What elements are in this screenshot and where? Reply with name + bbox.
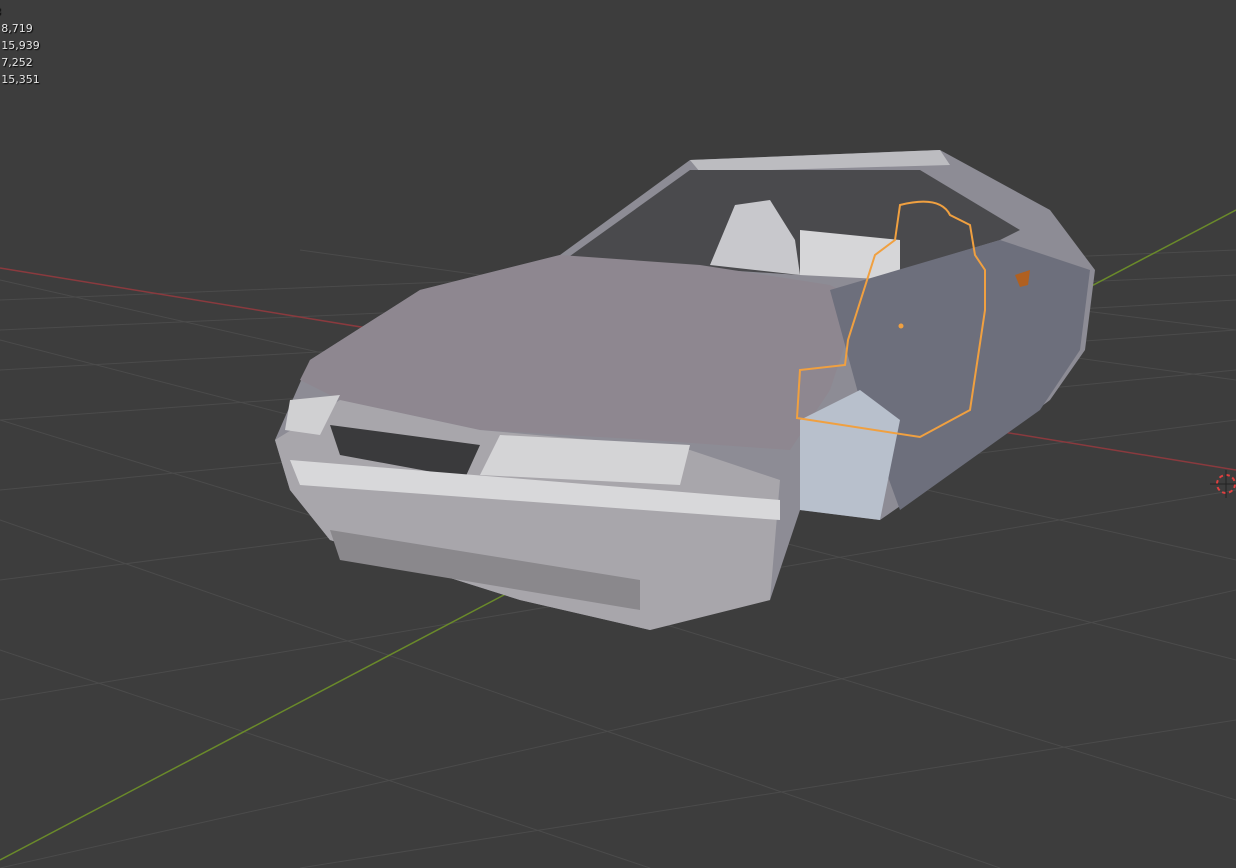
origin-dot [898, 323, 904, 329]
stat-objects: 3 [0, 3, 40, 20]
3d-viewport[interactable] [0, 0, 1236, 868]
car-model[interactable] [275, 150, 1095, 630]
stat-triangles: / 15,351 [0, 73, 40, 86]
stat-faces: / 7,252 [0, 56, 33, 69]
scene-statistics: 3 / 8,719 / 15,939 / 7,252 / 15,351 [0, 3, 40, 88]
stat-edges: / 15,939 [0, 39, 40, 52]
stat-vertices: / 8,719 [0, 22, 33, 35]
